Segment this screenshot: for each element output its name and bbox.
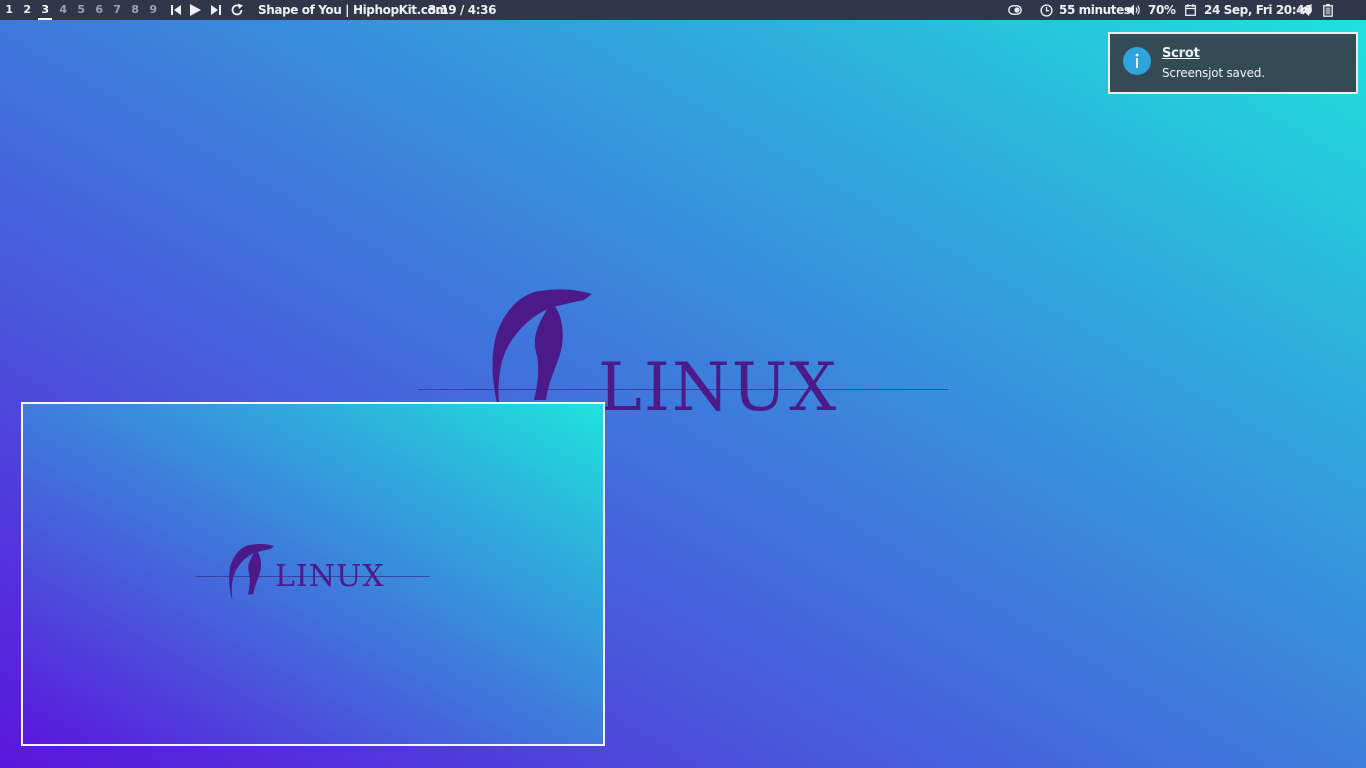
notification-popup[interactable]: Scrot Screensjot saved. — [1108, 32, 1358, 94]
info-icon — [1123, 47, 1151, 79]
preview-penguin-icon — [229, 544, 275, 601]
screenshot-preview-window[interactable]: LINUX — [21, 402, 605, 746]
preview-logo-text: LINUX — [275, 559, 385, 594]
notification-message: Screensjot saved. — [1162, 66, 1265, 80]
notification-title: Scrot — [1162, 46, 1200, 61]
logo-text: LINUX — [598, 349, 839, 426]
penguin-icon — [492, 289, 592, 414]
